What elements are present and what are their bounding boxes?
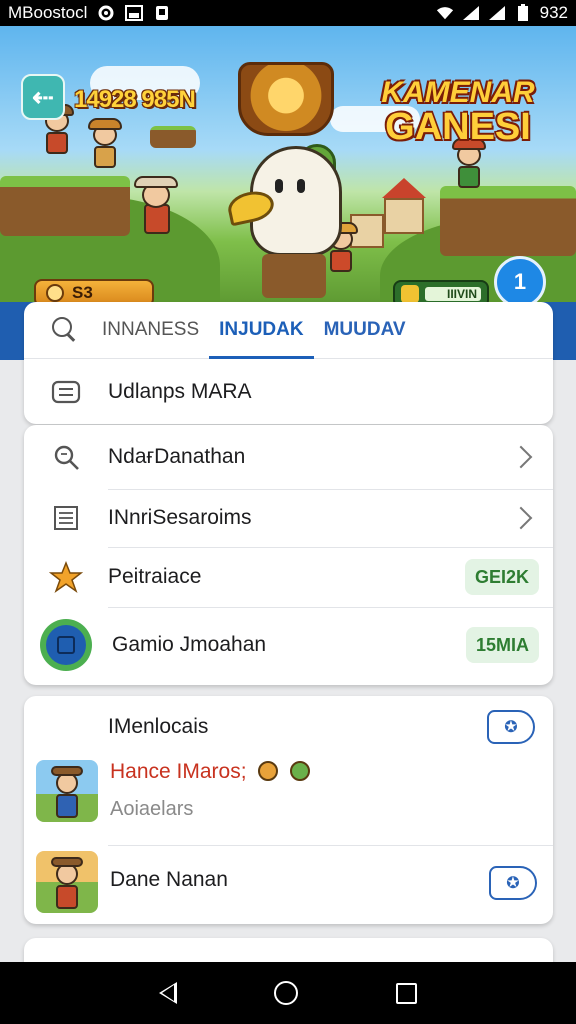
level-badge[interactable]: 1: [494, 256, 546, 302]
image-icon: [125, 5, 144, 21]
trophy-icon: [258, 761, 279, 781]
cliff: [0, 176, 130, 236]
menu-item[interactable]: Gamio Jmoahan 15MIA: [24, 607, 553, 683]
tab-injudak[interactable]: INJUDAK: [209, 302, 315, 359]
status-time: 932: [539, 3, 568, 22]
house-roof: [382, 178, 426, 198]
search-row-label: Udlanps MARA: [108, 379, 252, 403]
back-arrow-icon: ⇠: [32, 81, 54, 112]
divider: [108, 547, 553, 548]
menu-item[interactable]: NdaғDanathan: [24, 425, 553, 489]
list-doc-icon: [48, 500, 84, 536]
share-icon: ✪: [506, 875, 520, 892]
hero-banner: ⇠ 14928 985N KAMENAR GANESI S3 IIIVIN 1: [0, 26, 576, 302]
feed-item-title: Hance IMaros;: [110, 760, 311, 784]
nav-back-icon[interactable]: [158, 982, 177, 1004]
status-app-text: MBoostocl: [8, 3, 88, 22]
game-thumbnail[interactable]: [36, 760, 98, 822]
tab-bar: INNANESS INJUDAK MUUDAV: [24, 302, 553, 359]
house: [384, 198, 424, 234]
star-icon: [48, 559, 84, 595]
coin-counter: S3: [34, 279, 154, 302]
divider: [108, 489, 553, 490]
nav-home-icon[interactable]: [274, 981, 299, 1005]
floating-island: [150, 126, 196, 148]
search-icon[interactable]: [50, 315, 80, 345]
nav-bar: [0, 962, 576, 1024]
game-thumbnail[interactable]: [36, 851, 98, 913]
menu-item-label: Peitraiace: [108, 565, 202, 588]
feed-item-title[interactable]: Dane Nanan: [110, 868, 228, 892]
character: [88, 118, 122, 176]
coin-icon: [46, 284, 64, 302]
gift-icon: [290, 761, 311, 781]
energy-value: IIIVIN: [425, 287, 481, 301]
keyboard-icon: [48, 374, 84, 410]
share-button[interactable]: ✪: [487, 710, 535, 744]
energy-meter: IIIVIN: [393, 280, 489, 302]
menu-item-label: INnriSesaroims: [108, 506, 252, 529]
energy-icon: [401, 285, 419, 302]
nav-recents-icon[interactable]: [396, 982, 418, 1004]
character: [134, 176, 178, 246]
settings-icon: [97, 5, 115, 21]
level-badge-value: 1: [513, 269, 527, 294]
share-button[interactable]: ✪: [489, 866, 537, 900]
search-doc-icon: [48, 439, 84, 475]
signal-icon-2: [488, 5, 506, 21]
menu-item[interactable]: Peitraiace GEI2K: [24, 547, 553, 607]
tab-innaness[interactable]: INNANESS: [92, 302, 209, 359]
menu-item-label: Gamio Jmoahan: [112, 633, 267, 656]
feed-item-subtitle: Aoiaelars: [110, 798, 194, 820]
emblem-crest: [238, 62, 334, 136]
signal-icon: [462, 5, 480, 21]
share-icon: ✪: [504, 719, 518, 736]
feed-card: IMenlocais ✪ Hance IMaros; Aoiaelars Dan…: [24, 696, 553, 924]
chevron-right-icon: [509, 445, 533, 469]
chevron-right-icon: [509, 506, 533, 530]
wifi-icon: [436, 5, 454, 21]
status-bar: MBoostocl 932: [0, 0, 576, 26]
search-row[interactable]: Udlanps MARA: [24, 359, 553, 424]
menu-item[interactable]: INnriSesaroims: [24, 489, 553, 547]
divider: [108, 845, 553, 846]
battery-icon: [514, 4, 532, 21]
feed-item[interactable]: Hance IMaros; Aoiaelars: [110, 760, 311, 821]
mascot-legs: [262, 254, 326, 298]
cliff: [440, 186, 576, 256]
logo-line-2: GANESI: [385, 106, 531, 148]
status-badge: GEI2K: [464, 559, 539, 595]
menu-item-label: NdaғDanathan: [108, 445, 246, 468]
game-circle-icon: [38, 617, 94, 673]
tab-muudav[interactable]: MUUDAV: [314, 302, 416, 359]
feed-header-label: IMenlocais: [108, 715, 209, 738]
notification-icon: [153, 5, 171, 21]
score-text: 14928 985N: [74, 86, 196, 113]
tabs-card: INNANESS INJUDAK MUUDAV Udlanps MARA: [24, 302, 553, 424]
game-logo: KAMENAR GANESI: [372, 76, 544, 148]
logo-line-1: KAMENAR: [381, 76, 535, 109]
divider: [108, 607, 553, 608]
menu-card: NdaғDanathan INnriSesaroims Peitraiace G…: [24, 425, 553, 685]
status-badge: 15MIA: [465, 627, 539, 663]
coin-count: S3: [72, 283, 93, 302]
back-button[interactable]: ⇠: [21, 74, 65, 120]
feed-header: IMenlocais: [24, 696, 553, 758]
